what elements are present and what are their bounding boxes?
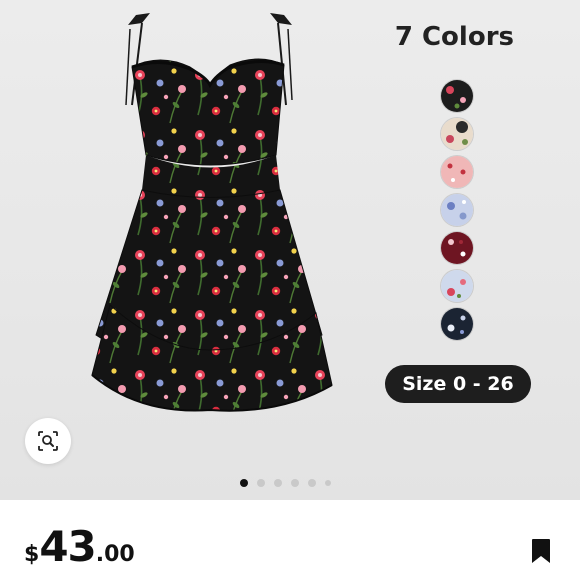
price-main: 43 <box>39 522 96 571</box>
pagination-dot[interactable] <box>308 479 316 487</box>
color-swatch-list <box>441 80 475 346</box>
pagination-dot[interactable] <box>257 479 265 487</box>
product-image-area[interactable]: 7 Colors Size 0 - 26 <box>0 0 580 500</box>
price: $ 43 .00 <box>24 522 135 571</box>
color-swatch-burgundy[interactable] <box>441 232 473 264</box>
gallery-pagination <box>240 479 331 487</box>
color-swatch-light-blue[interactable] <box>441 270 473 302</box>
pagination-dot[interactable] <box>240 479 248 487</box>
bookmark-icon[interactable] <box>530 538 552 564</box>
price-currency: $ <box>24 542 40 567</box>
colors-count-label: 7 Colors <box>394 22 514 52</box>
price-cents: .00 <box>95 542 135 567</box>
color-swatch-black[interactable] <box>441 80 473 112</box>
color-swatch-pink[interactable] <box>441 156 473 188</box>
visual-search-icon <box>38 431 58 451</box>
color-swatch-navy[interactable] <box>441 308 473 340</box>
pagination-dot[interactable] <box>325 480 331 486</box>
color-swatch-blue[interactable] <box>441 194 473 226</box>
size-range-badge: Size 0 - 26 <box>385 365 531 403</box>
pagination-dot[interactable] <box>274 479 282 487</box>
product-image[interactable] <box>70 5 350 425</box>
pagination-dot[interactable] <box>291 479 299 487</box>
visual-search-button[interactable] <box>25 418 71 464</box>
color-swatch-cream[interactable] <box>441 118 473 150</box>
